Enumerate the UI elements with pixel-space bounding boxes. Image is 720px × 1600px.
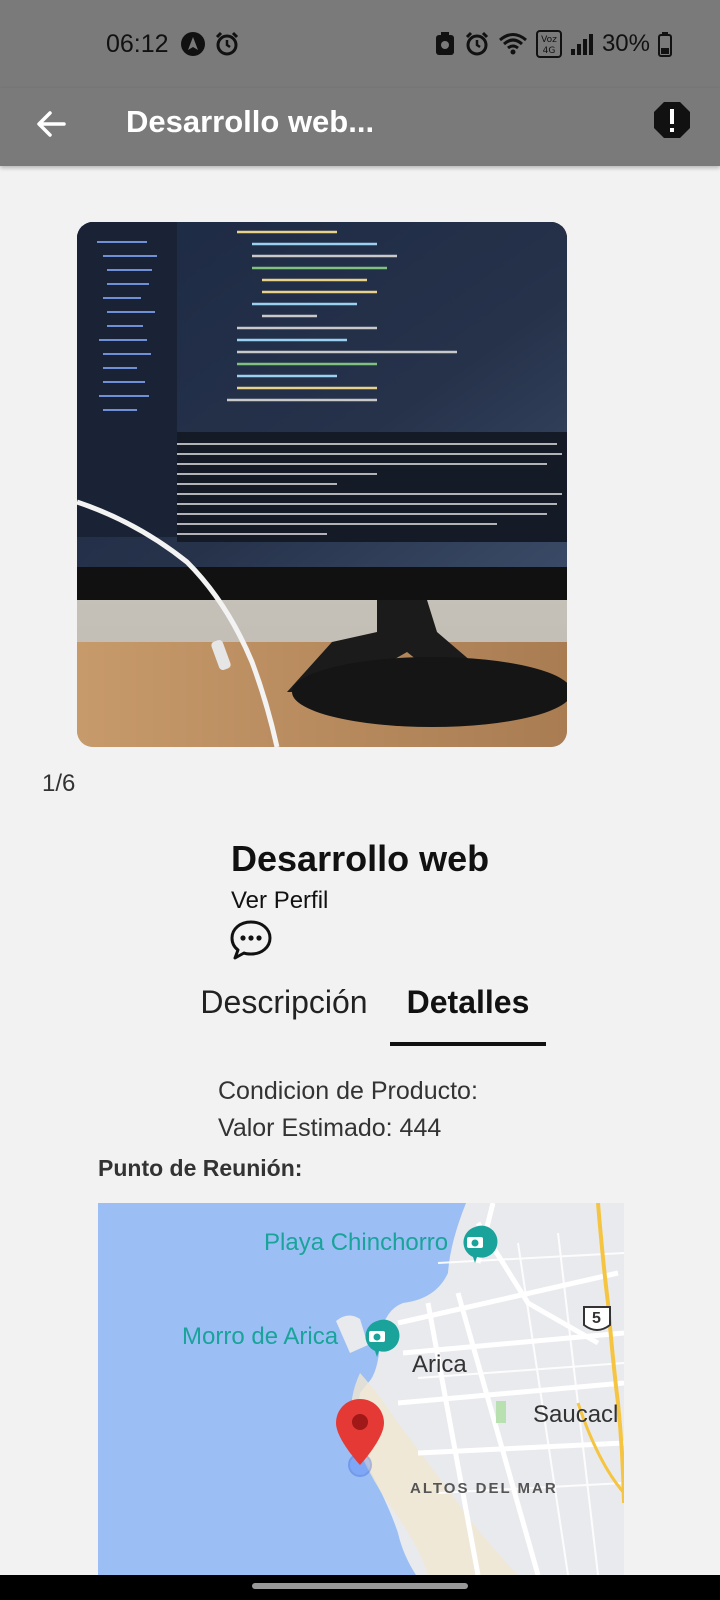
status-bar: 06:12 Voz 4G 30% <box>0 0 720 88</box>
volte-4g-icon: Voz 4G <box>535 30 562 58</box>
status-right-icons: Voz 4G 30% <box>434 30 672 58</box>
arrow-left-icon <box>37 111 66 137</box>
alarm-icon <box>465 31 489 56</box>
map-label-morro-de-arica: Morro de Arica <box>182 1323 339 1350</box>
map-label-saucache: Saucacl <box>533 1401 619 1428</box>
navigation-icon <box>181 32 205 56</box>
status-left-icons <box>180 31 240 57</box>
svg-text:4G: 4G <box>543 46 556 56</box>
product-image[interactable] <box>77 222 567 747</box>
product-title: Desarrollo web <box>231 838 490 879</box>
product-photo <box>77 222 567 747</box>
report-button[interactable] <box>652 100 692 140</box>
tab-indicator <box>390 1042 546 1046</box>
meeting-point-label: Punto de Reunión: <box>98 1155 303 1181</box>
svg-text:Voz: Voz <box>541 35 557 45</box>
signal-icon <box>570 34 593 55</box>
alarm-icon <box>215 31 239 56</box>
alert-octagon-icon <box>654 102 690 138</box>
view-profile-link[interactable]: Ver Perfil <box>231 887 328 915</box>
system-nav-bar <box>0 1575 720 1600</box>
estimated-value: Valor Estimado: 444 <box>218 1114 442 1142</box>
meeting-point-map[interactable]: Playa Chinchorro Morro de Arica Arica Sa… <box>98 1203 624 1575</box>
battery-saver-icon <box>435 32 454 55</box>
chat-button[interactable] <box>229 918 273 962</box>
tab-descripcion[interactable]: Descripción <box>190 984 378 1021</box>
page-title: Desarrollo web... <box>126 104 375 139</box>
back-button[interactable] <box>30 102 74 146</box>
battery-icon <box>658 32 672 57</box>
map-canvas <box>98 1203 624 1575</box>
map-route-number: 5 <box>592 1310 601 1327</box>
image-pager: 1/6 <box>42 770 76 797</box>
map-label-altos-del-mar: ALTOS DEL MAR <box>410 1480 558 1497</box>
home-gesture-handle[interactable] <box>252 1583 468 1589</box>
chat-bubble-icon <box>230 920 272 960</box>
app-bar: Desarrollo web... <box>0 88 720 166</box>
tab-detalles[interactable]: Detalles <box>390 984 546 1021</box>
condition-label: Condicion de Producto: <box>218 1077 478 1105</box>
map-label-playa-chinchorro: Playa Chinchorro <box>264 1229 449 1256</box>
battery-percent: 30% <box>601 30 650 57</box>
map-label-arica: Arica <box>412 1351 467 1378</box>
status-time: 06:12 <box>106 30 169 58</box>
wifi-icon <box>498 33 527 55</box>
